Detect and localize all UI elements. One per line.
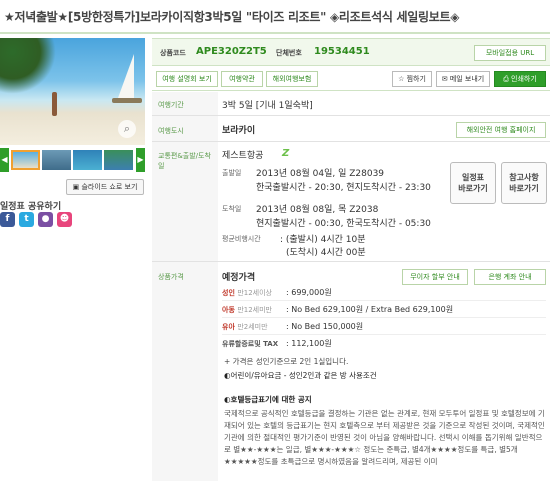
reference-shortcut-button[interactable]: 참고사항 바로가기 — [501, 162, 547, 204]
row-divider — [152, 261, 550, 262]
tab-terms[interactable]: 여행약관 — [221, 71, 263, 87]
palm-tree-image — [0, 38, 56, 94]
airline-row: 제스트항공 Z — [222, 148, 362, 162]
bank-account-button[interactable]: 은행 계좌 안내 — [474, 269, 546, 285]
group-number-label: 단체번호 — [276, 49, 302, 57]
bookmark-button[interactable]: ☆ 찜하기 — [392, 71, 432, 87]
page-title: ★저녁출발★[5방한정특가]보라카이직항3박5일 "타이즈 리조트" ◈리조트석… — [0, 0, 550, 34]
airline-name: 제스트항공 — [222, 151, 264, 161]
transport-label: 교통편&출발/도착일 — [158, 152, 211, 170]
product-code-label: 상품코드 — [160, 49, 186, 57]
city-value: 보라카이 — [222, 126, 256, 136]
price-adult-value: : 699,000원 — [286, 288, 332, 297]
period-label: 여행기간 — [158, 101, 184, 109]
price-child-value: : No Bed 629,100원 / Extra Bed 629,100원 — [286, 305, 454, 314]
slideshow-label: 슬라이드 쇼로 보기 — [81, 183, 138, 191]
row-divider — [152, 141, 550, 142]
info-tab-bar: 여행 설명회 보기 여행약관 해외여행보험 ☆ 찜하기 ✉ 메일 보내기 ⎙ 인… — [152, 69, 550, 91]
kakao-icon[interactable]: ☻ — [57, 212, 72, 227]
tab-insurance[interactable]: 해외여행보험 — [266, 71, 318, 87]
send-mail-button[interactable]: ✉ 메일 보내기 — [436, 71, 490, 87]
thumbnail-strip: ◀ ▶ — [0, 148, 145, 172]
zoom-icon[interactable]: ⌕ — [118, 120, 136, 138]
product-code-value: APE320Z2T5 — [196, 46, 267, 57]
no-interest-installment-button[interactable]: 무이자 할부 안내 — [402, 269, 468, 285]
print-button[interactable]: ⎙ 인쇄하기 — [494, 71, 546, 87]
flight-time-return: (도착시) 4시간 00분 — [286, 248, 366, 258]
hotel-notice-heading: ◐호텔등급표기에 대한 공지 — [224, 395, 312, 404]
product-code-bar: 상품코드 APE320Z2T5 단체번호 19534451 모바일접용 URL — [152, 38, 550, 66]
schedule-shortcut-button[interactable]: 일정표 바로가기 — [450, 162, 496, 204]
row-divider — [152, 115, 550, 116]
messenger-icon[interactable]: ● — [38, 212, 53, 227]
price-note-child: ◐어린이/유아요금 - 성인2인과 같은 방 사용조건 — [224, 371, 377, 380]
gallery-column: ⌕ ◀ ▶ ▣ 슬라이드 쇼로 보기 일정표 공유하기 f t ● ☻ — [0, 38, 145, 481]
product-info-panel: 상품코드 APE320Z2T5 단체번호 19534451 모바일접용 URL … — [152, 38, 550, 481]
flight-time-label: 평균비행시간 — [222, 235, 261, 243]
price-adult-label: 성인 만12세이상 — [222, 288, 272, 298]
depart-line-2: 한국출발시간 - 20:30, 현지도착시간 - 23:30 — [256, 183, 431, 193]
reference-button-line2: 바로가기 — [509, 184, 539, 193]
chevron-right-icon[interactable]: ▶ — [136, 148, 145, 172]
period-value: 3박 5일 [기내 1일숙박] — [222, 101, 313, 111]
share-label: 일정표 공유하기 — [0, 202, 62, 212]
schedule-button-line1: 일정표 — [461, 173, 485, 182]
thumbnail[interactable] — [42, 150, 71, 170]
price-infant-name: 유아 — [222, 323, 235, 331]
price-tax-value: : 112,100원 — [286, 339, 332, 348]
airline-logo: Z — [282, 148, 290, 159]
slideshow-button[interactable]: ▣ 슬라이드 쇼로 보기 — [66, 179, 144, 195]
price-note-occupancy: + 가격은 성인기준으로 2인 1실입니다. — [224, 357, 349, 366]
person-image — [52, 92, 57, 116]
thumbnail[interactable] — [73, 150, 102, 170]
flight-time-outbound: : (출발시) 4시간 10분 — [280, 235, 366, 245]
tab-tour-briefing[interactable]: 여행 설명회 보기 — [156, 71, 218, 87]
price-infant-age: 만2세미만 — [237, 323, 268, 331]
sailboat-image — [118, 54, 134, 98]
city-label: 여행도시 — [158, 127, 184, 135]
thumbnail[interactable] — [104, 150, 133, 170]
price-child-name: 아동 — [222, 306, 235, 314]
depart-label: 출발일 — [222, 169, 242, 177]
boat-hull-image — [112, 98, 142, 103]
price-infant-label: 유아 만2세미만 — [222, 322, 268, 332]
safety-homepage-button[interactable]: 해외안전 여행 홈페이지 — [456, 122, 546, 138]
price-child-label: 아동 만12세미만 — [222, 305, 272, 315]
schedule-button-line2: 바로가기 — [458, 184, 488, 193]
reference-button-line1: 참고사항 — [509, 173, 539, 182]
main-photo[interactable]: ⌕ — [0, 38, 145, 145]
price-heading: 예정가격 — [222, 273, 256, 283]
price-tax-label: 유류할증료및 TAX — [222, 340, 279, 348]
price-divider — [222, 300, 546, 301]
facebook-icon[interactable]: f — [0, 212, 15, 227]
price-adult-age: 만12세이상 — [237, 289, 272, 297]
price-label: 상품가격 — [158, 273, 184, 281]
arrive-label: 도착일 — [222, 205, 242, 213]
hotel-notice-text: 국제적으로 공식적인 호텔등급을 결정하는 기관은 없는 관계로, 현재 모두투… — [224, 409, 545, 466]
arrive-line-1: 2013년 08월 08일, 목 Z2038 — [256, 205, 379, 215]
mobile-url-button[interactable]: 모바일접용 URL — [474, 45, 546, 61]
slideshow-icon: ▣ — [72, 183, 80, 191]
price-divider — [222, 317, 546, 318]
price-child-age: 만12세미만 — [237, 306, 272, 314]
chevron-left-icon[interactable]: ◀ — [0, 148, 9, 172]
price-infant-value: : No Bed 150,000원 — [286, 322, 364, 331]
twitter-icon[interactable]: t — [19, 212, 34, 227]
depart-line-1: 2013년 08월 04일, 일 Z28039 — [256, 169, 385, 179]
group-number-value: 19534451 — [314, 46, 370, 57]
price-adult-name: 성인 — [222, 289, 235, 297]
arrive-line-2: 현지출발시간 - 00:30, 한국도착시간 - 05:30 — [256, 219, 431, 229]
price-divider — [222, 334, 546, 335]
thumbnail[interactable] — [11, 150, 40, 170]
